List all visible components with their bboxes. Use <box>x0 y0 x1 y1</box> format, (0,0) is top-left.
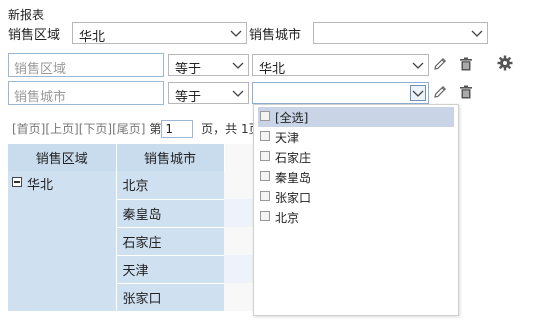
condition-2-operator-select[interactable]: 等于 <box>168 82 249 105</box>
table-cell-extra <box>224 227 254 255</box>
collapse-icon[interactable] <box>12 177 22 187</box>
checkbox[interactable] <box>260 191 270 201</box>
condition-1-field-placeholder: 销售区域 <box>14 62 67 77</box>
region-filter-label: 销售区域 <box>8 28 61 43</box>
checkbox[interactable] <box>260 131 270 141</box>
prev-page-link[interactable]: [上页] <box>45 122 78 136</box>
page-number-value: 1 <box>165 121 173 136</box>
table-cell-extra <box>224 283 254 311</box>
dropdown-toggle[interactable] <box>410 85 426 101</box>
trash-icon[interactable] <box>458 56 474 72</box>
table-header-row: 销售区域 销售城市 <box>8 144 254 171</box>
condition-1-field-input[interactable]: 销售区域 <box>8 53 164 77</box>
chevron-down-icon <box>471 30 483 37</box>
table-cell-city: 秦皇岛 <box>116 199 224 228</box>
chevron-down-icon <box>412 90 424 97</box>
condition-2-operator-value: 等于 <box>175 90 202 105</box>
chevron-down-icon <box>232 90 244 97</box>
checkbox[interactable] <box>260 211 270 221</box>
last-page-link[interactable]: [尾页] <box>112 122 145 136</box>
dropdown-option[interactable]: 北京 <box>258 207 454 227</box>
next-page-link[interactable]: [下页] <box>79 122 112 136</box>
city-dropdown-list: [全选] 天津 石家庄 秦皇岛 张家口 北京 <box>253 104 459 316</box>
condition-1-operator-select[interactable]: 等于 <box>168 54 249 77</box>
table-cell-city: 天津 <box>116 255 224 284</box>
gear-icon[interactable] <box>497 55 513 71</box>
pagination-bar: [首页][上页][下页][尾页] 第1 页，共 1页 <box>12 119 261 139</box>
pencil-icon[interactable] <box>432 84 448 100</box>
condition-2-value-select[interactable] <box>252 82 429 104</box>
chevron-down-icon <box>232 62 244 69</box>
table-cell-extra <box>224 199 254 227</box>
table-row: 华北 北京 <box>8 171 254 311</box>
column-header-extra <box>224 144 254 171</box>
condition-2-field-input[interactable]: 销售城市 <box>8 81 164 105</box>
report-title: 新报表 <box>8 8 45 22</box>
region-filter-value: 华北 <box>79 30 106 45</box>
report-table: 销售区域 销售城市 华北 北京 秦皇岛 石家庄 天津 张家口 <box>8 144 254 312</box>
group-label: 华北 <box>27 178 54 193</box>
checkbox[interactable] <box>260 171 270 181</box>
page-prefix: 第 <box>149 122 162 136</box>
condition-1-operator-value: 等于 <box>175 62 202 77</box>
checkbox[interactable] <box>260 111 270 121</box>
page-suffix: 页，共 1页 <box>201 122 261 136</box>
column-header-city: 销售城市 <box>116 144 225 171</box>
table-cell-extra <box>224 255 254 283</box>
group-cell-region: 华北 <box>8 171 117 311</box>
table-cell-extra <box>224 171 254 199</box>
dropdown-option[interactable]: 秦皇岛 <box>258 167 454 187</box>
pencil-icon[interactable] <box>432 56 448 72</box>
first-page-link[interactable]: [首页] <box>12 122 45 136</box>
dropdown-option-select-all[interactable]: [全选] <box>258 107 454 127</box>
chevron-down-icon <box>412 62 424 69</box>
checkbox[interactable] <box>260 151 270 161</box>
dropdown-option[interactable]: 张家口 <box>258 187 454 207</box>
trash-icon[interactable] <box>458 84 474 100</box>
column-header-region: 销售区域 <box>8 144 117 171</box>
table-cell-city: 石家庄 <box>116 227 224 256</box>
city-filter-select[interactable] <box>313 22 488 44</box>
city-filter-label: 销售城市 <box>249 28 302 43</box>
table-cell-city: 北京 <box>116 171 224 200</box>
region-filter-select[interactable]: 华北 <box>72 22 247 45</box>
condition-1-value-select[interactable]: 华北 <box>252 54 429 77</box>
dropdown-option[interactable]: 石家庄 <box>258 147 454 167</box>
page-number-input[interactable]: 1 <box>161 119 194 138</box>
condition-1-value: 华北 <box>259 62 286 77</box>
condition-2-field-placeholder: 销售城市 <box>14 90 67 105</box>
chevron-down-icon <box>230 30 242 37</box>
dropdown-option[interactable]: 天津 <box>258 127 454 147</box>
table-cell-city: 张家口 <box>116 283 224 312</box>
